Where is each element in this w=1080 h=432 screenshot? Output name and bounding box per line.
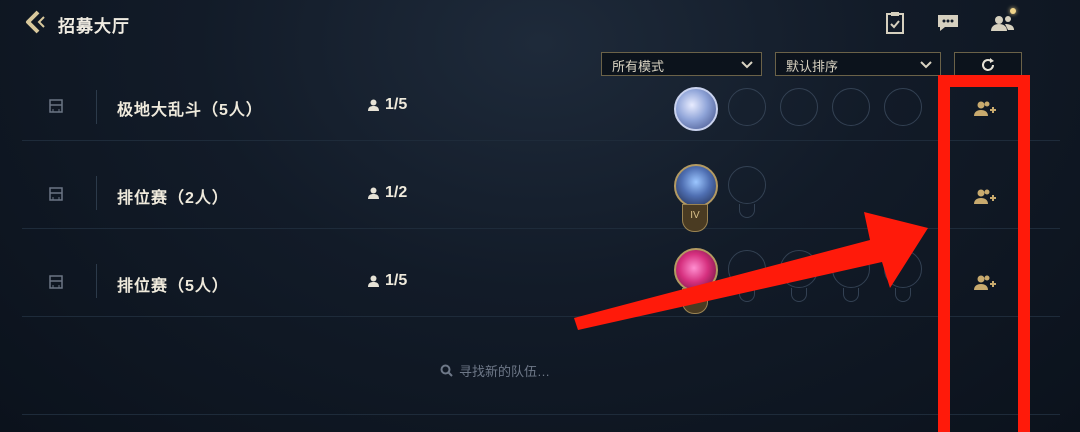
join-team-icon[interactable] (973, 100, 997, 118)
search-placeholder: 寻找新的队伍… (459, 364, 551, 379)
empty-slot (780, 88, 818, 126)
game-mode-label: 排位赛（2人） (117, 190, 229, 207)
team-row[interactable]: 排位赛（5人） 1/5 (22, 228, 1060, 317)
empty-slot (884, 88, 922, 126)
join-team-icon[interactable] (973, 188, 997, 206)
game-mode-label: 极地大乱斗（5人） (117, 102, 263, 119)
team-row[interactable]: 极地大乱斗（5人） 1/5 (22, 52, 1060, 141)
empty-slot (728, 88, 766, 126)
empty-slot-tag (739, 288, 755, 302)
empty-slot (832, 250, 870, 288)
mission-clipboard-icon[interactable] (880, 8, 910, 38)
divider (96, 90, 97, 124)
heart-icon (674, 248, 718, 292)
team-row[interactable]: 排位赛（2人） 1/2 IV (22, 140, 1060, 232)
person-icon (368, 99, 379, 111)
join-team-icon[interactable] (973, 274, 997, 292)
top-bar: 招募大厅 (0, 0, 1080, 46)
person-icon (368, 275, 379, 287)
divider (96, 264, 97, 298)
empty-slot (728, 250, 766, 288)
empty-slot-tag (739, 204, 755, 218)
empty-slot (884, 250, 922, 288)
empty-slot (780, 250, 818, 288)
poro-icon (674, 87, 718, 131)
divider (22, 414, 1060, 415)
page-title: 招募大厅 (58, 17, 130, 36)
empty-slot-tag (843, 288, 859, 302)
find-team-search[interactable]: 寻找新的队伍… (440, 361, 550, 380)
champion-icon (674, 164, 718, 208)
notification-dot (1010, 8, 1016, 14)
player-count: 1/2 (368, 184, 407, 202)
player-count: 1/5 (368, 96, 407, 114)
divider (96, 176, 97, 210)
back-arrow-icon[interactable] (22, 8, 48, 36)
player-count-text: 1/5 (385, 96, 408, 113)
game-mode-label: 排位赛（5人） (117, 278, 229, 295)
empty-slot-tag (895, 288, 911, 302)
player-count-text: 1/2 (385, 184, 408, 201)
empty-slot (728, 166, 766, 204)
friends-icon[interactable] (988, 8, 1018, 38)
banner-icon (49, 99, 63, 113)
player-count-text: 1/5 (385, 272, 408, 289)
player-count: 1/5 (368, 272, 407, 290)
banner-icon (49, 187, 63, 201)
search-icon (440, 364, 453, 377)
person-icon (368, 187, 379, 199)
empty-slot (832, 88, 870, 126)
chat-icon[interactable] (933, 8, 963, 38)
rank-badge (682, 288, 708, 314)
banner-icon (49, 275, 63, 289)
empty-slot-tag (791, 288, 807, 302)
